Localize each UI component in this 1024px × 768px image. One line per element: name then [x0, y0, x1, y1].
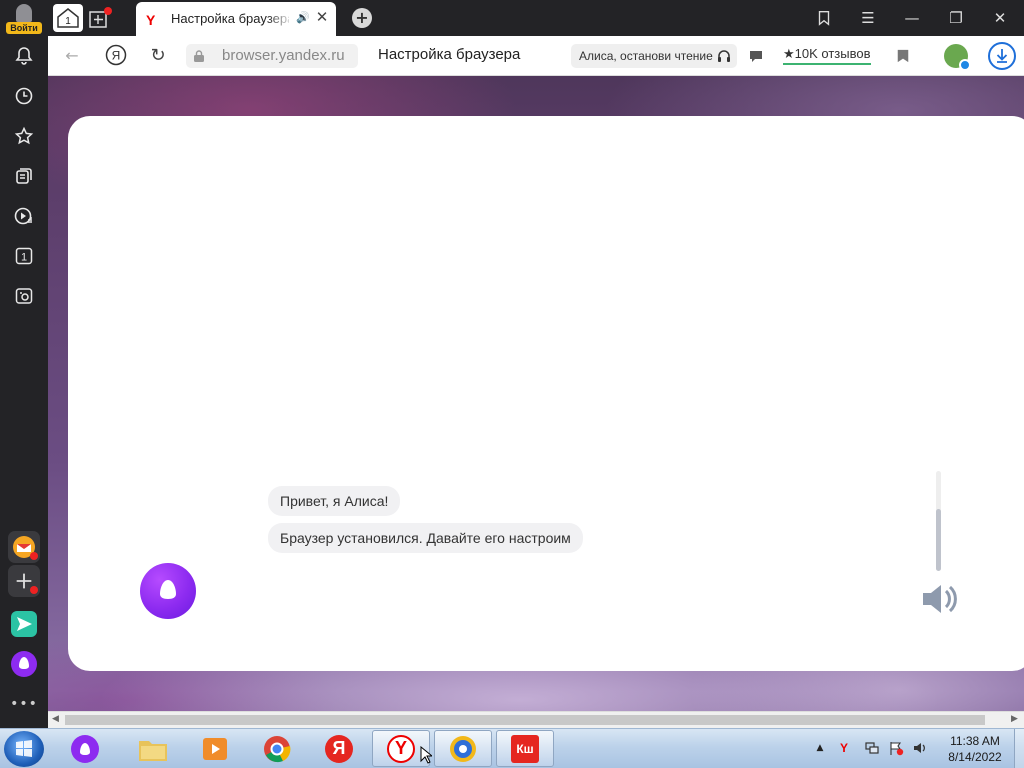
download-button[interactable] — [988, 42, 1016, 70]
lock-icon[interactable] — [192, 49, 206, 63]
avatar — [16, 4, 32, 22]
scroll-left-arrow-icon[interactable]: ◀ — [52, 714, 59, 724]
tray-expand-icon[interactable]: ▲ — [812, 740, 828, 756]
taskbar-alice[interactable] — [56, 730, 114, 767]
yandex-browser-taskbar-icon: Y — [387, 734, 415, 763]
yandex-favicon-icon: Y — [146, 12, 156, 28]
mouse-cursor-icon — [420, 746, 432, 764]
tray-network-icon[interactable] — [864, 740, 880, 756]
tab-title-fade — [266, 8, 294, 30]
chat-scrollbar[interactable] — [936, 471, 941, 571]
messenger-app-icon[interactable] — [8, 608, 40, 640]
new-tab-button[interactable]: + — [352, 8, 372, 28]
notifications-bell-icon[interactable] — [10, 42, 38, 70]
tabs-home-counter: 1 — [65, 16, 71, 27]
bookmarks-star-icon[interactable] — [10, 122, 38, 150]
tray-flag-icon[interactable] — [888, 740, 904, 756]
add-app-notification-dot — [30, 586, 38, 594]
bookmarks-bar-icon[interactable] — [811, 6, 837, 30]
screenshot-camera-icon[interactable] — [10, 282, 38, 310]
chrome-icon — [264, 735, 291, 762]
url-text: browser.yandex.ru — [222, 47, 345, 64]
yandex-logo-letter: Я — [112, 49, 121, 63]
tab-counter-number: 1 — [21, 252, 27, 264]
taskbar-media-player[interactable] — [186, 730, 244, 767]
tab-active[interactable]: Y Настройка браузера 🔊 ✕ — [136, 2, 336, 36]
yandex-logo-button[interactable]: Я — [104, 44, 128, 68]
bookmark-page-icon[interactable] — [896, 48, 910, 64]
taskbar-clock[interactable]: 11:38 AM 8/14/2022 — [940, 733, 1010, 765]
taskbar-chrome[interactable] — [248, 730, 306, 767]
alice-stop-reading-label: Алиса, останови чтение — [579, 49, 713, 63]
chat-message-greeting: Привет, я Алиса! — [268, 486, 401, 516]
clock-date: 8/14/2022 — [948, 750, 1002, 764]
reload-icon[interactable]: ↻ — [146, 44, 170, 68]
extension-badge-icon — [959, 59, 971, 71]
alice-onboarding-card: Привет, я Алиса! Браузер установился. Да… — [68, 116, 1024, 671]
close-window-button[interactable]: ✕ — [987, 6, 1013, 30]
page-title: Настройка браузера — [378, 46, 521, 63]
reviews-label: 10K отзывов — [794, 46, 871, 61]
mail-notification-dot — [30, 552, 38, 560]
alice-sidebar-icon[interactable] — [8, 648, 40, 680]
tab-close-icon[interactable]: ✕ — [314, 8, 330, 26]
windows-taskbar: Я Y Кш ▲ Y 11:38 AM 8/14/2022 — [0, 728, 1024, 768]
headphones-icon — [718, 50, 730, 62]
signin-button[interactable]: Войти — [6, 2, 42, 34]
chat-message-setup: Браузер установился. Давайте его настрои… — [268, 523, 583, 553]
kl-taskbar-icon: Кш — [511, 734, 539, 763]
address-bar[interactable]: browser.yandex.ru — [186, 44, 358, 68]
left-sidebar: Войти 1 ••• — [0, 0, 48, 728]
tab-strip: 1 Y Настройка браузера 🔊 ✕ + ☰ — ❐ ✕ — [48, 0, 1024, 36]
add-app-button[interactable] — [8, 565, 40, 597]
alice-logo-icon[interactable] — [140, 563, 196, 619]
tabs-home-button[interactable]: 1 — [53, 4, 83, 32]
toolbar: ← Я ↻ browser.yandex.ru Настройка браузе… — [48, 36, 1024, 76]
tray-yandex-icon[interactable]: Y — [836, 740, 852, 756]
menu-icon[interactable]: ☰ — [855, 6, 881, 30]
folder-icon — [139, 740, 167, 761]
taskbar-kl[interactable]: Кш — [496, 730, 554, 767]
minimize-button[interactable]: — — [899, 6, 925, 30]
start-button[interactable] — [4, 731, 44, 767]
chat-scrollbar-thumb[interactable] — [936, 509, 941, 571]
tab-audio-icon[interactable]: 🔊 — [296, 11, 310, 24]
reviews-button[interactable]: ★10K отзывов — [783, 46, 871, 65]
tray-volume-icon[interactable] — [912, 740, 928, 756]
horizontal-scrollbar-thumb[interactable] — [65, 715, 985, 725]
alice-stop-reading-button[interactable]: Алиса, останови чтение — [571, 44, 737, 68]
signin-label: Войти — [6, 22, 42, 34]
back-arrow-icon[interactable]: ← — [60, 44, 84, 68]
media-player-icon — [203, 737, 227, 760]
alice-taskbar-icon — [71, 734, 99, 763]
show-desktop-button[interactable] — [1014, 729, 1024, 768]
history-clock-icon[interactable] — [10, 82, 38, 110]
vpn-icon — [450, 735, 476, 762]
video-play-icon[interactable] — [10, 202, 38, 230]
new-tab-group-icon[interactable] — [88, 6, 114, 30]
comment-icon[interactable] — [748, 48, 764, 64]
clock-time: 11:38 AM — [950, 734, 1000, 748]
horizontal-scrollbar[interactable]: ◀ ▶ — [48, 711, 1024, 728]
taskbar-explorer[interactable] — [124, 730, 182, 767]
mail-app-icon[interactable] — [8, 531, 40, 563]
collections-icon[interactable] — [10, 162, 38, 190]
yandex-taskbar-icon: Я — [325, 734, 353, 763]
taskbar-vpn[interactable] — [434, 730, 492, 767]
taskbar-yandex[interactable]: Я — [310, 730, 368, 767]
tab-counter-icon[interactable]: 1 — [10, 242, 38, 270]
speaker-icon[interactable] — [920, 581, 960, 617]
restore-button[interactable]: ❐ — [943, 6, 969, 30]
more-dots-icon[interactable]: ••• — [10, 690, 38, 718]
scroll-right-arrow-icon[interactable]: ▶ — [1011, 714, 1018, 724]
